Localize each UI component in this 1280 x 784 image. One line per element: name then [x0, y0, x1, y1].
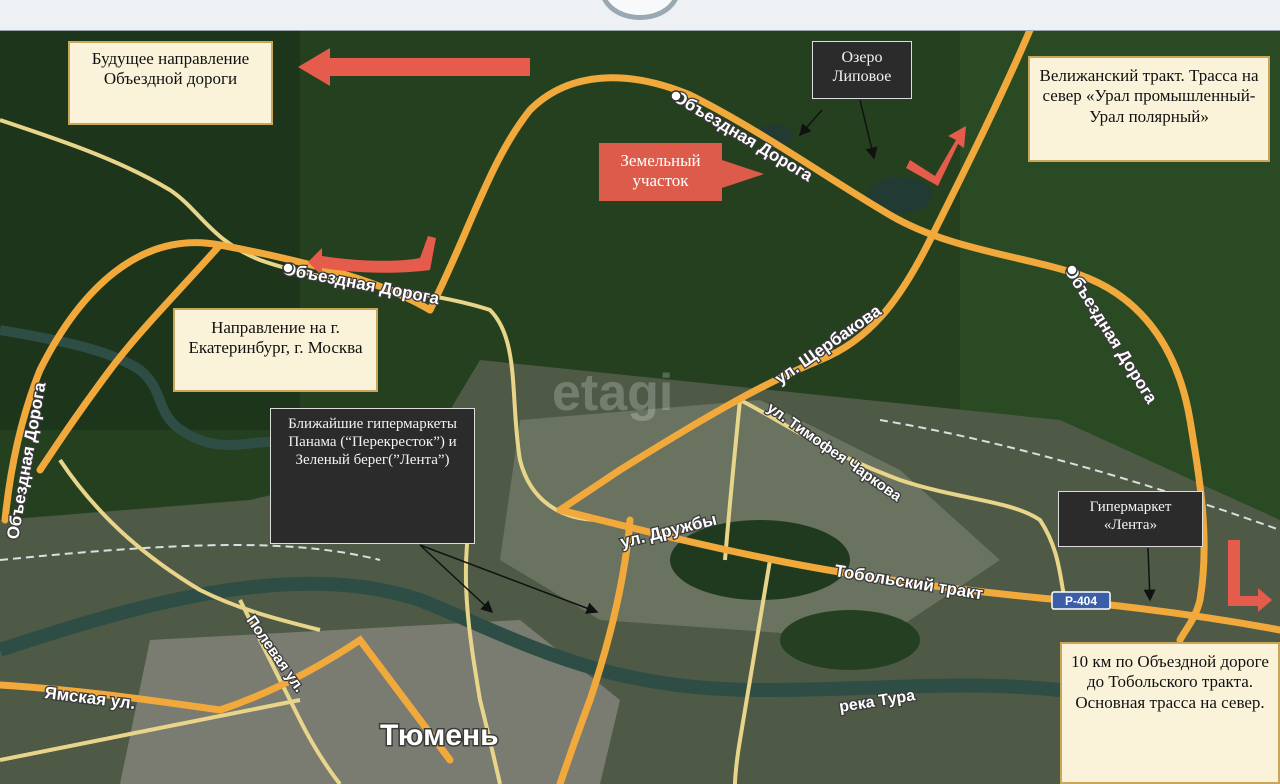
label-hypermarkets: Ближайшие гипермаркеты Панама (“Перекрес…	[270, 408, 475, 544]
r404-label: Р-404	[1065, 594, 1097, 608]
land-plot-arrow-icon	[722, 160, 764, 188]
label-distance-note: 10 км по Объездной дороге до Тобольского…	[1060, 642, 1280, 784]
label-lenta: Гипермаркет «Лента»	[1058, 491, 1203, 547]
map-stage: Р-404 Объездная Дорога Объездная Дорога …	[0, 0, 1280, 784]
label-lake: Озеро Липовое	[812, 41, 912, 99]
dark-field-2	[780, 610, 920, 670]
label-land-plot: Земельный участок	[599, 143, 722, 201]
marker-ring-right	[1066, 264, 1078, 276]
label-ekb-direction: Направление на г. Екатеринбург, г. Москв…	[173, 308, 378, 392]
logo-emblem-icon	[600, 0, 680, 20]
marker-ring-top	[670, 90, 682, 102]
watermark: etagi	[552, 364, 673, 422]
label-velizhansky: Велижанский тракт. Трасса на север «Урал…	[1028, 56, 1270, 162]
marker-ring-left	[282, 262, 294, 274]
label-city: Тюмень	[380, 719, 499, 752]
label-future-direction: Будущее направление Объездной дороги	[68, 41, 273, 125]
header-strip	[0, 0, 1280, 31]
